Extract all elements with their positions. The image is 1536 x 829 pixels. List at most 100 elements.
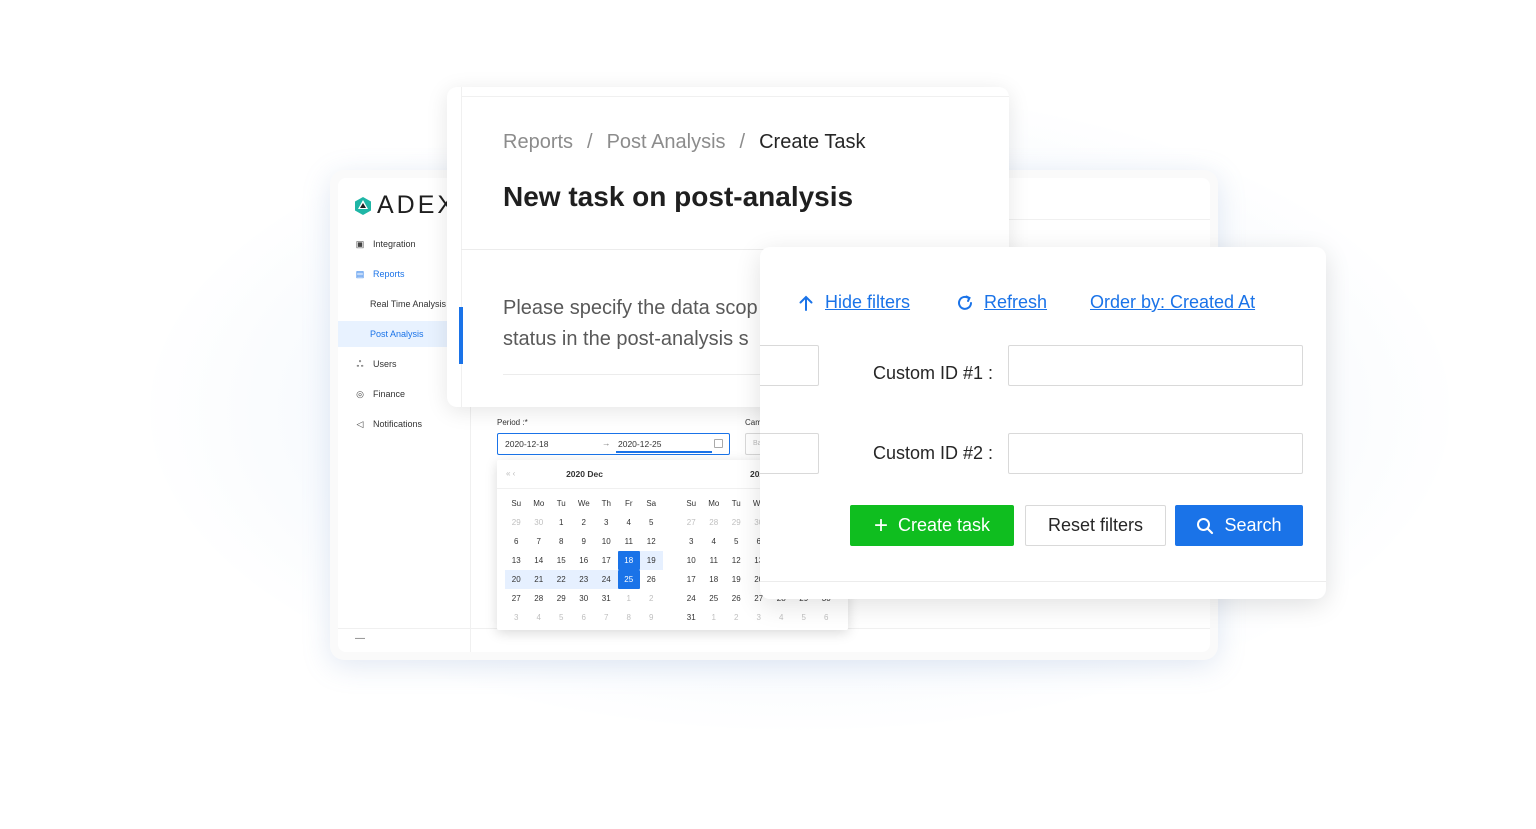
calendar-day[interactable]: 17 — [595, 551, 618, 570]
calendar-day[interactable]: 5 — [550, 608, 573, 627]
calendar-day[interactable]: 27 — [680, 513, 703, 532]
calendar-day[interactable]: 8 — [550, 532, 573, 551]
calendar-day[interactable]: 2 — [640, 589, 663, 608]
calendar-day[interactable]: 16 — [573, 551, 596, 570]
calendar-day[interactable]: 5 — [640, 513, 663, 532]
calendar-day[interactable]: 4 — [703, 532, 726, 551]
calendar-day[interactable]: 17 — [680, 570, 703, 589]
period-label: Period :* — [497, 418, 528, 427]
calendar-day[interactable]: 26 — [725, 589, 748, 608]
calendar-day[interactable]: 2 — [725, 608, 748, 627]
calendar-day[interactable]: 6 — [815, 608, 838, 627]
calendar-day[interactable]: 18 — [617, 551, 640, 570]
logo: ADEX — [353, 191, 457, 220]
sidebar-item-label: Users — [373, 359, 397, 369]
calendar-day[interactable]: 10 — [595, 532, 618, 551]
calendar-day[interactable]: 28 — [703, 513, 726, 532]
calendar-day[interactable]: 7 — [528, 532, 551, 551]
calendar-day[interactable]: 4 — [618, 513, 641, 532]
breadcrumb-reports[interactable]: Reports — [503, 131, 573, 153]
calendar-day[interactable]: 3 — [680, 532, 703, 551]
calendar-day[interactable]: 4 — [770, 608, 793, 627]
calendar-day[interactable]: 11 — [703, 551, 726, 570]
period-range-input[interactable]: 2020-12-18 → 2020-12-25 — [497, 433, 730, 455]
calendar-day[interactable]: 3 — [595, 513, 618, 532]
accent-bar — [459, 307, 463, 364]
database-icon: ▣ — [355, 239, 365, 249]
calendar-day[interactable]: 9 — [573, 532, 596, 551]
calendar-day[interactable]: 6 — [505, 532, 528, 551]
calendar-day[interactable]: 9 — [640, 608, 663, 627]
calendar-day[interactable]: 18 — [703, 570, 726, 589]
calendar-day[interactable]: 19 — [725, 570, 748, 589]
calendar-day[interactable]: 7 — [595, 608, 618, 627]
calendar-day[interactable]: 12 — [725, 551, 748, 570]
sidebar-item-notifications[interactable]: ◁ Notifications — [338, 411, 471, 437]
refresh-link[interactable]: Refresh — [956, 292, 1047, 313]
calendar-day[interactable]: 26 — [640, 570, 663, 589]
period-end-value[interactable]: 2020-12-25 — [618, 439, 661, 449]
calendar-day[interactable]: 11 — [618, 532, 641, 551]
calendar-day[interactable]: 29 — [505, 513, 528, 532]
calendar-icon[interactable] — [714, 439, 723, 448]
hide-filters-link[interactable]: Hide filters — [797, 292, 910, 313]
calendar-day[interactable]: 23 — [572, 570, 595, 589]
sidebar-item-label: Integration — [373, 239, 416, 249]
calendar-day[interactable]: 6 — [573, 608, 596, 627]
period-start-value[interactable]: 2020-12-18 — [505, 439, 548, 449]
order-by-link[interactable]: Order by: Created At — [1090, 292, 1255, 313]
breadcrumb-post-analysis[interactable]: Post Analysis — [607, 131, 726, 153]
calendar-day[interactable]: 14 — [528, 551, 551, 570]
partial-input-left-2[interactable] — [760, 433, 819, 474]
weekday-header: Tu — [731, 499, 741, 508]
calendar-day[interactable]: 30 — [573, 589, 596, 608]
reset-filters-button[interactable]: Reset filters — [1025, 505, 1166, 546]
page-title: New task on post-analysis — [503, 181, 854, 212]
calendar-day[interactable]: 31 — [680, 608, 703, 627]
collapse-icon[interactable]: — — [355, 633, 365, 644]
calendar-day[interactable]: 24 — [595, 570, 618, 589]
sidebar-item-label: Notifications — [373, 419, 423, 429]
calendar-day[interactable]: 4 — [528, 608, 551, 627]
calendar-day[interactable]: 20 — [505, 570, 528, 589]
calendar-day[interactable]: 1 — [703, 608, 726, 627]
calendar-day[interactable]: 19 — [640, 551, 663, 570]
weekday-header: Fr — [624, 499, 633, 508]
calendar-day[interactable]: 27 — [505, 589, 528, 608]
calendar-day[interactable]: 31 — [595, 589, 618, 608]
calendar-day[interactable]: 3 — [748, 608, 771, 627]
partial-input-left-1[interactable] — [760, 345, 819, 386]
arrow-right-icon: → — [602, 438, 611, 448]
calendar-day[interactable]: 1 — [618, 589, 641, 608]
calendar-day[interactable]: 29 — [550, 589, 573, 608]
calendar-day[interactable]: 28 — [528, 589, 551, 608]
calendar-day[interactable]: 8 — [618, 608, 641, 627]
calendar-day[interactable]: 30 — [528, 513, 551, 532]
calendar-day[interactable]: 25 — [703, 589, 726, 608]
weekday-header: Su — [511, 499, 522, 508]
calendar-day[interactable]: 21 — [527, 570, 550, 589]
calendar-day[interactable]: 3 — [505, 608, 528, 627]
card-top-border — [461, 96, 1009, 97]
custom-id-1-input[interactable] — [1008, 345, 1303, 386]
search-button[interactable]: Search — [1175, 505, 1303, 546]
refresh-label: Refresh — [984, 292, 1048, 312]
calendar-day[interactable]: 5 — [725, 532, 748, 551]
custom-id-2-label: Custom ID #2 : — [873, 443, 994, 463]
calendar-day[interactable]: 2 — [573, 513, 596, 532]
calendar-day[interactable]: 13 — [505, 551, 528, 570]
breadcrumb-separator: / — [587, 131, 593, 153]
calendar-day[interactable]: 15 — [550, 551, 573, 570]
calendar-day[interactable]: 22 — [550, 570, 573, 589]
filter-card-divider — [760, 581, 1326, 582]
calendar-day[interactable]: 25 — [617, 570, 640, 589]
calendar-day[interactable]: 1 — [550, 513, 573, 532]
calendar-day[interactable]: 29 — [725, 513, 748, 532]
custom-id-2-input[interactable] — [1008, 433, 1303, 474]
calendar-day[interactable]: 10 — [680, 551, 703, 570]
calendar-day[interactable]: 12 — [640, 532, 663, 551]
breadcrumb-separator: / — [739, 131, 746, 153]
create-task-button[interactable]: + Create task — [850, 505, 1014, 546]
calendar-day[interactable]: 24 — [680, 589, 703, 608]
calendar-day[interactable]: 5 — [793, 608, 816, 627]
